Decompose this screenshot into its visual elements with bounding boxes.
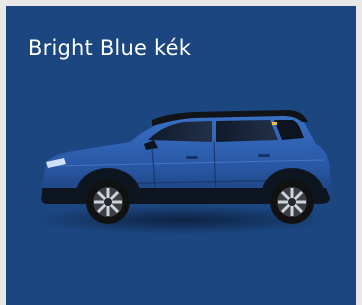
color-option-card[interactable]: Bright Blue kék bbox=[6, 6, 356, 305]
car-illustration bbox=[34, 110, 332, 234]
color-name-title: Bright Blue kék bbox=[28, 36, 192, 60]
rear-wheel bbox=[270, 180, 314, 224]
front-wheel bbox=[86, 180, 130, 224]
car-side-image bbox=[34, 102, 334, 238]
